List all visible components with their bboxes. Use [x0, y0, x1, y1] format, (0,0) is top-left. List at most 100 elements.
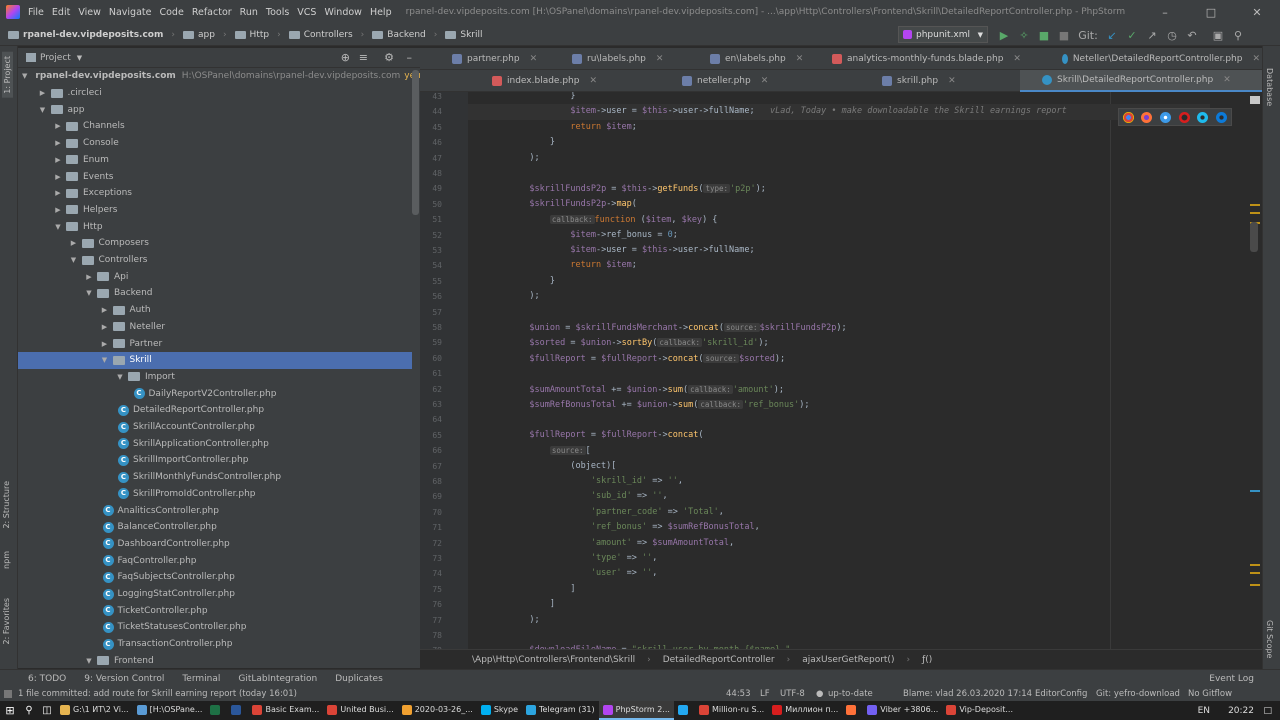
menu-item-edit[interactable]: Edit [52, 7, 70, 18]
task-view-icon[interactable]: ◫ [38, 705, 56, 716]
taskbar-app[interactable]: Viber +3806... [863, 701, 942, 720]
chevron-down-icon[interactable]: ▼ [77, 54, 82, 62]
close-icon[interactable]: ✕ [761, 76, 769, 86]
editor-tab[interactable]: skrill.php ✕ [860, 70, 1016, 92]
expand-arrow-down-icon[interactable]: ▼ [100, 356, 110, 364]
menu-item-file[interactable]: File [28, 7, 44, 18]
input-language[interactable]: EN [1198, 706, 1210, 716]
line-separator[interactable]: LF [760, 689, 770, 699]
editor-tab[interactable]: neteller.php ✕ [660, 70, 856, 92]
project-structure-icon[interactable]: ▣ [1208, 29, 1228, 42]
debug-icon[interactable]: ✧ [1014, 29, 1034, 42]
status-message[interactable]: 1 file committed: add route for Skrill e… [18, 689, 297, 699]
code-line[interactable]: return $item; [468, 120, 637, 135]
chrome-icon[interactable] [1122, 111, 1134, 123]
code-line[interactable]: $sorted = $union->sortBy(callback:'skril… [468, 335, 769, 350]
error-stripe-marker[interactable] [1250, 204, 1260, 206]
code-line[interactable]: $sumRefBonusTotal += $union->sum(callbac… [468, 397, 810, 412]
edge-icon[interactable] [1216, 111, 1228, 123]
code-line[interactable]: 'partner_code' => 'Total', [468, 505, 724, 520]
code-line[interactable]: $skrillFundsP2p->map( [468, 197, 637, 212]
close-icon[interactable]: ✕ [530, 54, 538, 64]
tree-file-item[interactable]: C AnaliticsController.php [18, 502, 412, 519]
taskbar-app[interactable]: Telegram (31) [522, 701, 599, 720]
breadcrumb-item[interactable]: Http › [234, 30, 281, 40]
expand-arrow-right-icon[interactable]: ▶ [100, 340, 110, 348]
run-configuration-select[interactable]: phpunit.xml ▼ [898, 26, 988, 43]
close-icon[interactable]: ✕ [1223, 75, 1231, 85]
tree-folder-item[interactable]: ▼ Backend [18, 285, 412, 302]
code-line[interactable]: return $item; [468, 258, 637, 273]
tree-folder-item[interactable]: ▶ Auth [18, 302, 412, 319]
git-branch[interactable]: Git: yefro-download [1096, 689, 1180, 699]
menu-item-view[interactable]: View [78, 7, 101, 18]
notification-icon[interactable]: □ [1263, 706, 1272, 716]
code-line[interactable]: $item->user = $this->user->fullName; vLa… [468, 104, 1066, 119]
coverage-icon[interactable]: ■ [1034, 29, 1054, 42]
tree-folder-item[interactable]: ▶ Console [18, 135, 412, 152]
editor-tab[interactable]: ru\labels.php ✕ [550, 48, 686, 70]
code-line[interactable]: ] [468, 597, 555, 612]
editor-breadcrumb-item[interactable]: ajaxUserGetReport() [802, 655, 894, 665]
tree-file-item[interactable]: C TicketStatusesController.php [18, 619, 412, 636]
taskbar-app[interactable] [674, 701, 695, 720]
tree-file-item[interactable]: C FaqSubjectsController.php [18, 569, 412, 586]
tree-file-item[interactable]: C SkrillPromoIdController.php [18, 486, 412, 503]
editor-tab[interactable]: Skrill\DetailedReportController.php ✕ [1020, 70, 1262, 92]
tree-folder-item[interactable]: ▶ Api [18, 268, 412, 285]
menu-item-vcs[interactable]: VCS [297, 7, 316, 18]
taskbar-app[interactable] [227, 701, 248, 720]
code-line[interactable]: ] [468, 582, 575, 597]
tree-folder-item[interactable]: ▼ app [18, 101, 412, 118]
code-editor[interactable]: 43 44 45 46 47 48 49 50 51 52 53 54 55 56 57 58 59 60 61 62… [420, 92, 1262, 649]
editor-tab[interactable]: analytics-monthly-funds.blade.php ✕ [810, 48, 1036, 70]
ie-icon[interactable] [1197, 111, 1209, 123]
tree-folder-item[interactable]: ▶ .circleci [18, 85, 412, 102]
project-view-select[interactable]: Project [40, 53, 71, 63]
collapse-all-icon[interactable]: ≡ [359, 51, 368, 64]
git-scope-tool-tab[interactable]: Git Scope [1265, 620, 1274, 658]
git-push-icon[interactable]: ↗ [1142, 29, 1162, 42]
expand-arrow-right-icon[interactable]: ▶ [100, 323, 110, 331]
close-icon[interactable]: ✕ [948, 76, 956, 86]
breadcrumb-item[interactable]: Backend › [372, 30, 437, 40]
code-line[interactable]: 'sub_id' => '', [468, 489, 668, 504]
code-line[interactable]: $item->user = $this->user->fullName; [468, 243, 754, 258]
stop-icon[interactable]: ■ [1054, 29, 1074, 42]
expand-arrow-down-icon[interactable]: ▼ [84, 657, 94, 665]
tree-folder-item[interactable]: ▼ Frontend [18, 653, 412, 669]
expand-arrow-right-icon[interactable]: ▶ [53, 206, 63, 214]
expand-arrow-down-icon[interactable]: ▼ [84, 289, 94, 297]
blame-info[interactable]: Blame: vlad 26.03.2020 17:14 [903, 689, 1032, 699]
close-icon[interactable]: ✕ [1013, 54, 1021, 64]
taskbar-app[interactable]: United Busi... [323, 701, 397, 720]
breadcrumb-item[interactable]: rpanel-dev.vipdeposits.com › [8, 30, 175, 40]
menu-item-run[interactable]: Run [240, 7, 258, 18]
taskbar-app[interactable] [842, 701, 863, 720]
tool-window-tab[interactable]: 6: TODO [28, 674, 66, 684]
maximize-icon[interactable]: □ [1188, 0, 1234, 24]
firefox-icon[interactable] [1141, 111, 1153, 123]
tree-folder-item[interactable]: ▶ Composers [18, 235, 412, 252]
expand-arrow-down-icon[interactable]: ▼ [22, 72, 27, 80]
structure-tool-tab[interactable]: 2: Structure [2, 481, 11, 529]
code-line[interactable]: (object)[ [468, 459, 616, 474]
tree-folder-item[interactable]: ▼ Import [18, 369, 412, 386]
tree-file-item[interactable]: C SkrillImportController.php [18, 452, 412, 469]
code-line[interactable]: $item->ref_bonus = 0; [468, 228, 678, 243]
tree-folder-item[interactable]: ▶ Exceptions [18, 185, 412, 202]
tree-folder-item[interactable]: ▶ Helpers [18, 202, 412, 219]
taskbar-app[interactable]: G:\1 ИТ\2 Vi... [56, 701, 133, 720]
readonly-lock-icon[interactable]: ● [816, 689, 823, 699]
taskbar-app[interactable] [206, 701, 227, 720]
git-update-icon[interactable]: ↙ [1102, 29, 1122, 42]
tree-file-item[interactable]: C DashboardController.php [18, 536, 412, 553]
taskbar-app[interactable]: 2020-03-26_... [398, 701, 477, 720]
editor-tab[interactable]: Neteller\DetailedReportController.php ✕ [1040, 48, 1260, 70]
expand-arrow-right-icon[interactable]: ▶ [38, 89, 48, 97]
status-toggle-icon[interactable] [4, 690, 12, 698]
run-icon[interactable]: ▶ [994, 29, 1014, 42]
code-line[interactable]: 'user' => '', [468, 566, 658, 581]
tool-window-tab[interactable]: Terminal [182, 674, 220, 684]
tree-file-item[interactable]: C SkrillMonthlyFundsController.php [18, 469, 412, 486]
